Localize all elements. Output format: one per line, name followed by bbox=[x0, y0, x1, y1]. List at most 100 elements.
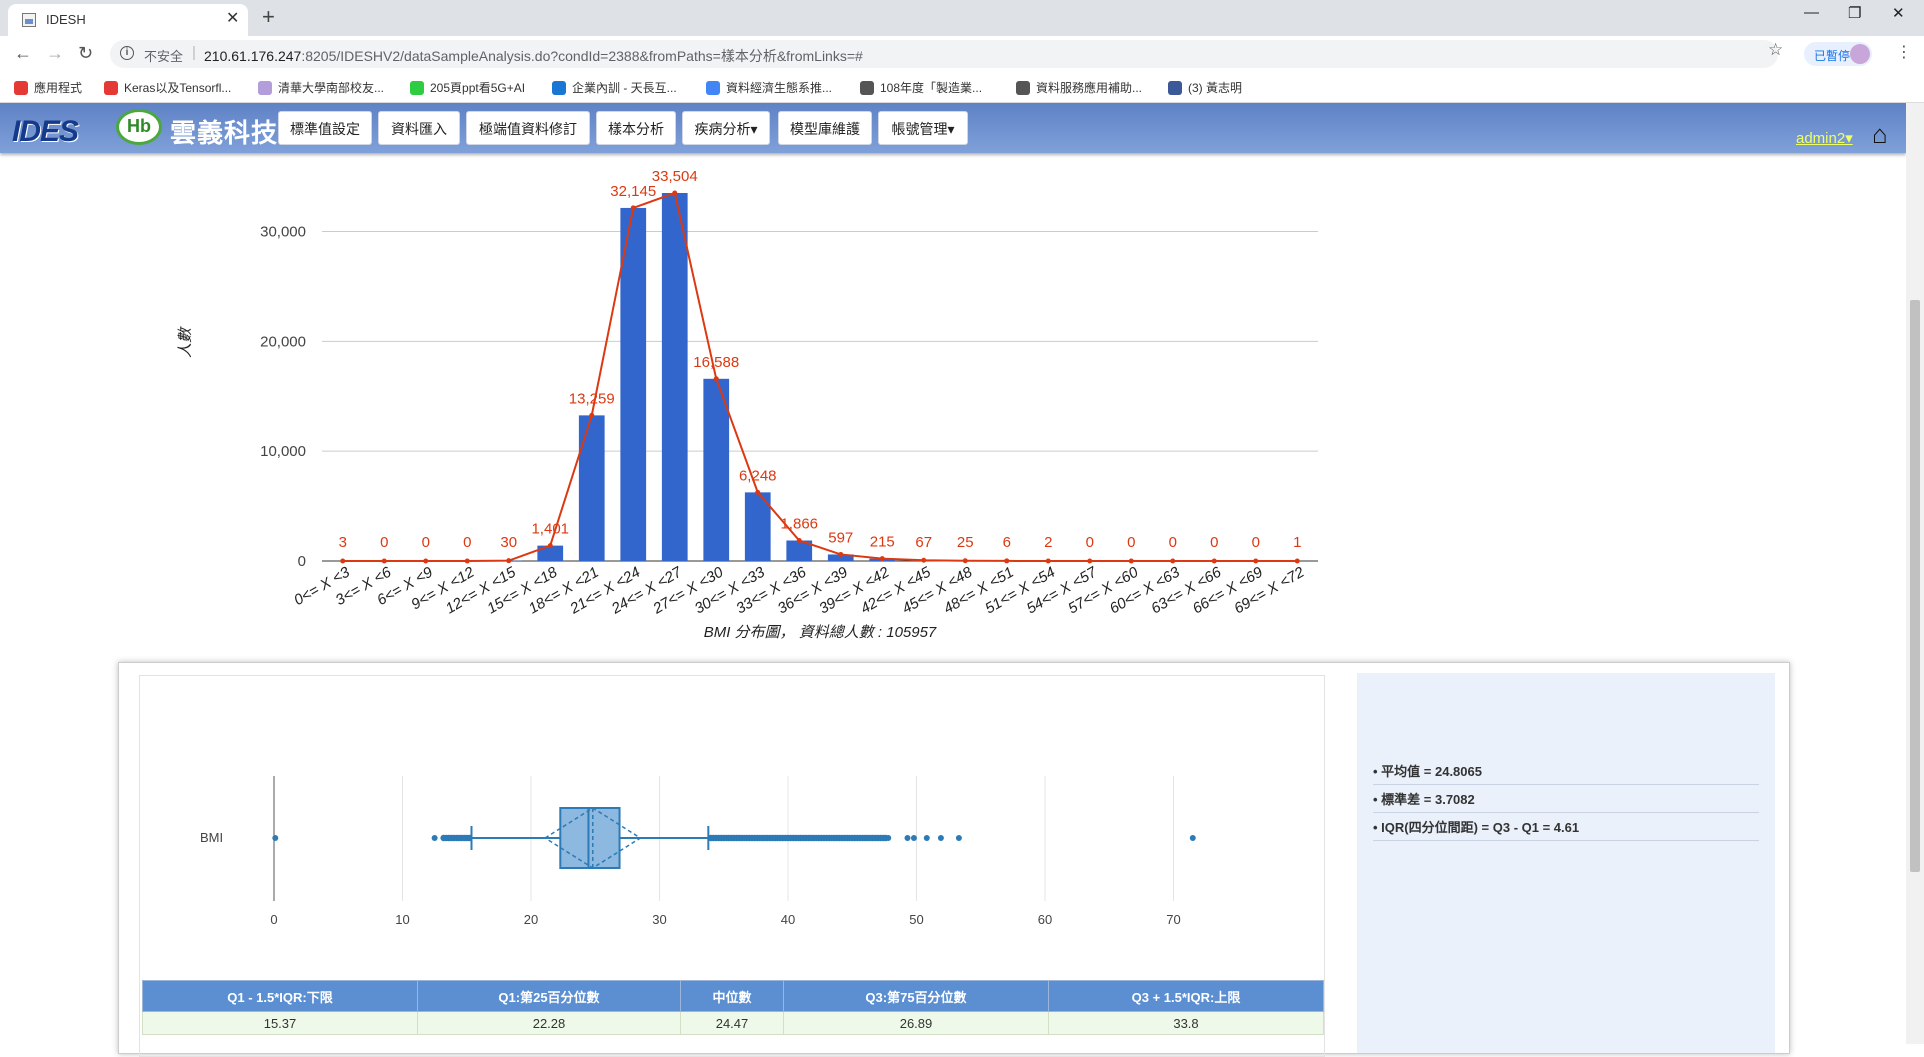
reload-icon[interactable]: ↻ bbox=[78, 43, 93, 64]
data-label: 1,401 bbox=[531, 521, 569, 538]
trend-point bbox=[755, 490, 760, 495]
trend-point bbox=[506, 558, 511, 563]
bookmark-item[interactable]: 資料經濟生態系推... bbox=[706, 79, 832, 96]
bookmark-favicon-icon bbox=[410, 81, 424, 95]
data-label: 3 bbox=[339, 534, 347, 551]
menu-kebab-icon[interactable]: ⋮ bbox=[1896, 42, 1912, 62]
bookmark-item[interactable]: 資料服務應用補助... bbox=[1016, 79, 1142, 96]
forward-arrow-icon[interactable]: → bbox=[46, 43, 64, 64]
y-tick-label: 10,000 bbox=[260, 443, 306, 460]
y-tick-label: 30,000 bbox=[260, 223, 306, 240]
col-header-median: 中位數 bbox=[681, 981, 784, 1012]
outlier-point bbox=[911, 835, 917, 841]
trend-point bbox=[1004, 558, 1009, 563]
bookmark-favicon-icon bbox=[552, 81, 566, 95]
col-header-upper-fence: Q3 + 1.5*IQR:上限 bbox=[1049, 981, 1324, 1012]
bookmark-item[interactable]: 應用程式 bbox=[14, 79, 82, 96]
data-label: 30 bbox=[500, 534, 517, 551]
x-tick-label: 40 bbox=[781, 912, 795, 927]
outlier-point bbox=[1190, 835, 1196, 841]
trend-point bbox=[423, 559, 428, 564]
insecure-label: 不安全 bbox=[144, 46, 183, 65]
trend-point bbox=[1170, 559, 1175, 564]
outlier-point bbox=[466, 835, 472, 841]
trend-point bbox=[1046, 558, 1051, 563]
trend-point bbox=[797, 538, 802, 543]
outlier-point bbox=[905, 835, 911, 841]
bookmark-item[interactable]: 清華大學南部校友... bbox=[258, 79, 384, 96]
stat-std: 標準差 = 3.7082 bbox=[1373, 785, 1759, 813]
trend-point bbox=[672, 191, 677, 196]
cell-upper-fence: 33.8 bbox=[1049, 1012, 1324, 1035]
bookmark-favicon-icon bbox=[258, 81, 272, 95]
data-label: 0 bbox=[1169, 534, 1177, 551]
quartiles-table: Q1 - 1.5*IQR:下限 Q1:第25百分位數 中位數 Q3:第75百分位… bbox=[142, 980, 1324, 1035]
bookmark-label: 108年度「製造業... bbox=[880, 81, 982, 95]
outlier-point bbox=[272, 835, 278, 841]
stat-iqr: IQR(四分位間距) = Q3 - Q1 = 4.61 bbox=[1373, 813, 1759, 841]
bookmark-favicon-icon bbox=[1168, 81, 1182, 95]
browser-tab[interactable]: IDESH ✕ bbox=[8, 4, 248, 36]
tab-close-icon[interactable]: ✕ bbox=[226, 8, 239, 28]
bookmark-item[interactable]: 企業內訓 - 天長互... bbox=[552, 79, 677, 96]
outlier-point bbox=[924, 835, 930, 841]
trend-point bbox=[1129, 559, 1134, 564]
window-minimize-button[interactable]: — bbox=[1804, 4, 1819, 21]
stats-pane: 平均值 = 24.8065 標準差 = 3.7082 IQR(四分位間距) = … bbox=[1357, 673, 1775, 1053]
nav-button-outlier-revision[interactable]: 極端值資料修訂 bbox=[466, 111, 590, 145]
x-tick-label: 60 bbox=[1038, 912, 1052, 927]
nav-button-disease-analysis[interactable]: 疾病分析▾ bbox=[682, 111, 770, 145]
trend-point bbox=[382, 559, 387, 564]
data-label: 597 bbox=[828, 529, 853, 546]
x-tick-label: 70 bbox=[1166, 912, 1180, 927]
x-tick-label: 0 bbox=[270, 912, 277, 927]
url-path: :8205/IDESHV2/dataSampleAnalysis.do?cond… bbox=[301, 48, 862, 64]
data-label: 6 bbox=[1003, 534, 1011, 551]
outlier-point bbox=[938, 835, 944, 841]
nav-button-data-import[interactable]: 資料匯入 bbox=[378, 111, 460, 145]
bmi-histogram-chart: 010,00020,00030,000人數30<= X <303<= X <60… bbox=[0, 153, 1400, 653]
cell-median: 24.47 bbox=[681, 1012, 784, 1035]
x-tick-label: 30 bbox=[652, 912, 666, 927]
data-label: 0 bbox=[1252, 534, 1260, 551]
bookmark-item[interactable]: (3) 黃志明 bbox=[1168, 79, 1242, 96]
window-restore-button[interactable]: ❐ bbox=[1848, 4, 1861, 22]
trend-point bbox=[1295, 558, 1300, 563]
bookmark-label: 205頁ppt看5G+AI bbox=[430, 81, 525, 95]
profile-paused-button[interactable]: 已暫停 bbox=[1804, 42, 1872, 66]
window-close-button[interactable]: ✕ bbox=[1892, 4, 1905, 22]
trend-point bbox=[465, 559, 470, 564]
nav-button-standard-setting[interactable]: 標準值設定 bbox=[278, 111, 372, 145]
address-bar[interactable]: i 不安全 | 210.61.176.247:8205/IDESHV2/data… bbox=[110, 40, 1778, 68]
table-row: 15.37 22.28 24.47 26.89 33.8 bbox=[143, 1012, 1324, 1035]
data-label: 13,259 bbox=[569, 390, 615, 407]
back-arrow-icon[interactable]: ← bbox=[14, 43, 32, 64]
bookmark-item[interactable]: 205頁ppt看5G+AI bbox=[410, 79, 525, 96]
trend-point bbox=[340, 558, 345, 563]
new-tab-button[interactable]: + bbox=[262, 4, 275, 30]
data-label: 0 bbox=[380, 534, 388, 551]
data-label: 0 bbox=[1127, 534, 1135, 551]
scrollbar-thumb[interactable] bbox=[1910, 300, 1920, 872]
bookmark-label: 資料服務應用補助... bbox=[1036, 81, 1142, 95]
home-icon[interactable]: ⌂ bbox=[1872, 119, 1888, 150]
trend-point bbox=[589, 413, 594, 418]
nav-button-model-maintenance[interactable]: 模型庫維護 bbox=[778, 111, 872, 145]
trend-point bbox=[1253, 559, 1258, 564]
info-icon[interactable]: i bbox=[120, 46, 134, 60]
data-label: 0 bbox=[1086, 534, 1094, 551]
cell-q3: 26.89 bbox=[784, 1012, 1049, 1035]
url-text[interactable]: 210.61.176.247:8205/IDESHV2/dataSampleAn… bbox=[204, 46, 863, 66]
bmi-boxplot-chart: 010203040506070BMI bbox=[140, 676, 1322, 976]
bookmark-item[interactable]: Keras以及Tensorfl... bbox=[104, 79, 231, 96]
outlier-point bbox=[432, 835, 438, 841]
histogram-bar bbox=[662, 193, 688, 561]
data-label: 0 bbox=[422, 534, 430, 551]
y-tick-label: 20,000 bbox=[260, 333, 306, 350]
cell-q1: 22.28 bbox=[418, 1012, 681, 1035]
bookmark-item[interactable]: 108年度「製造業... bbox=[860, 79, 982, 96]
user-menu[interactable]: admin2▾ bbox=[1796, 129, 1853, 147]
nav-button-sample-analysis[interactable]: 樣本分析 bbox=[596, 111, 676, 145]
nav-button-account-management[interactable]: 帳號管理▾ bbox=[878, 111, 968, 145]
bookmark-star-icon[interactable]: ☆ bbox=[1768, 40, 1783, 60]
